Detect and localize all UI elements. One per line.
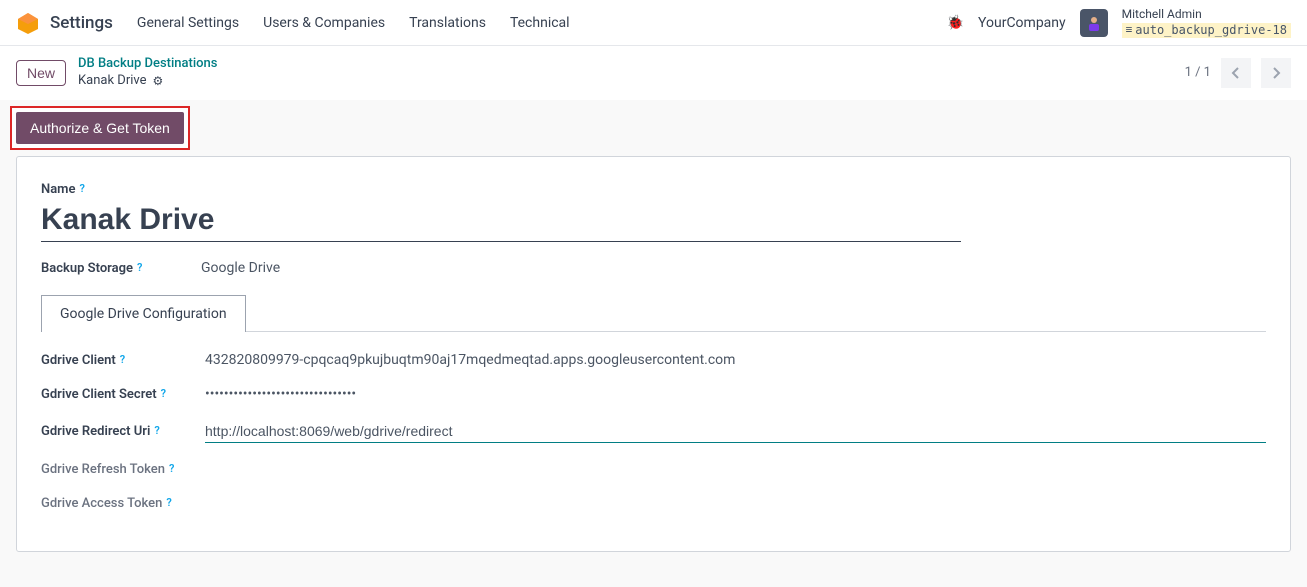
user-block[interactable]: Mitchell Admin ≡auto_backup_gdrive-18 [1122,7,1291,38]
navbar: Settings General Settings Users & Compan… [0,0,1307,46]
redirect-input[interactable] [205,420,1266,443]
help-icon[interactable]: ? [161,387,166,400]
breadcrumb-row: New DB Backup Destinations Kanak Drive ⚙… [0,46,1307,100]
main-menu: General Settings Users & Companies Trans… [137,15,570,31]
menu-general-settings[interactable]: General Settings [137,15,239,31]
refresh-token-label: Gdrive Refresh Token? [41,462,174,477]
help-icon[interactable]: ? [166,496,171,509]
bug-icon[interactable]: 🐞 [947,15,964,31]
app-name[interactable]: Settings [50,13,113,33]
form-sheet: Name? Backup Storage? Google Drive Googl… [16,156,1291,552]
gear-icon[interactable]: ⚙ [153,74,164,90]
tab-gdrive-config[interactable]: Google Drive Configuration [41,295,246,332]
chevron-right-icon [1271,67,1281,79]
db-badge: ≡auto_backup_gdrive-18 [1122,23,1291,39]
company-name[interactable]: YourCompany [978,15,1066,31]
tabs: Google Drive Configuration Gdrive Client… [41,294,1266,511]
user-avatar[interactable] [1080,9,1108,37]
help-icon[interactable]: ? [137,261,142,274]
menu-technical[interactable]: Technical [510,15,570,31]
chevron-left-icon [1231,67,1241,79]
storage-value[interactable]: Google Drive [201,260,280,276]
help-icon[interactable]: ? [154,424,159,437]
pager-count: 1 / 1 [1185,65,1211,80]
help-icon[interactable]: ? [120,353,125,366]
access-token-label: Gdrive Access Token? [41,496,172,511]
name-input[interactable] [41,201,961,242]
user-name: Mitchell Admin [1122,7,1291,23]
secret-label: Gdrive Client Secret? [41,387,166,402]
help-icon[interactable]: ? [169,462,174,475]
secret-value[interactable]: •••••••••••••••••••••••••••••••• [205,386,1266,402]
pager-prev-button[interactable] [1221,58,1251,88]
help-icon[interactable]: ? [79,182,84,195]
storage-label: Backup Storage? [41,261,142,276]
client-label: Gdrive Client? [41,353,125,368]
name-label: Name? [41,182,85,197]
breadcrumb-parent[interactable]: DB Backup Destinations [78,56,217,73]
new-button[interactable]: New [16,60,66,86]
highlight-annotation: Authorize & Get Token [10,106,190,150]
pager-next-button[interactable] [1261,58,1291,88]
breadcrumb-current: Kanak Drive ⚙ [78,73,217,90]
client-value[interactable]: 432820809979-cpqcaq9pkujbuqtm90aj17mqedm… [205,352,1266,368]
pager: 1 / 1 [1185,58,1291,88]
authorize-button[interactable]: Authorize & Get Token [16,112,184,144]
redirect-label: Gdrive Redirect Uri? [41,424,160,439]
app-logo-icon[interactable] [16,11,40,35]
breadcrumb: DB Backup Destinations Kanak Drive ⚙ [78,56,217,90]
tab-content: Gdrive Client? 432820809979-cpqcaq9pkujb… [41,331,1266,511]
database-icon: ≡ [1126,23,1133,37]
menu-users-companies[interactable]: Users & Companies [263,15,385,31]
menu-translations[interactable]: Translations [409,15,486,31]
